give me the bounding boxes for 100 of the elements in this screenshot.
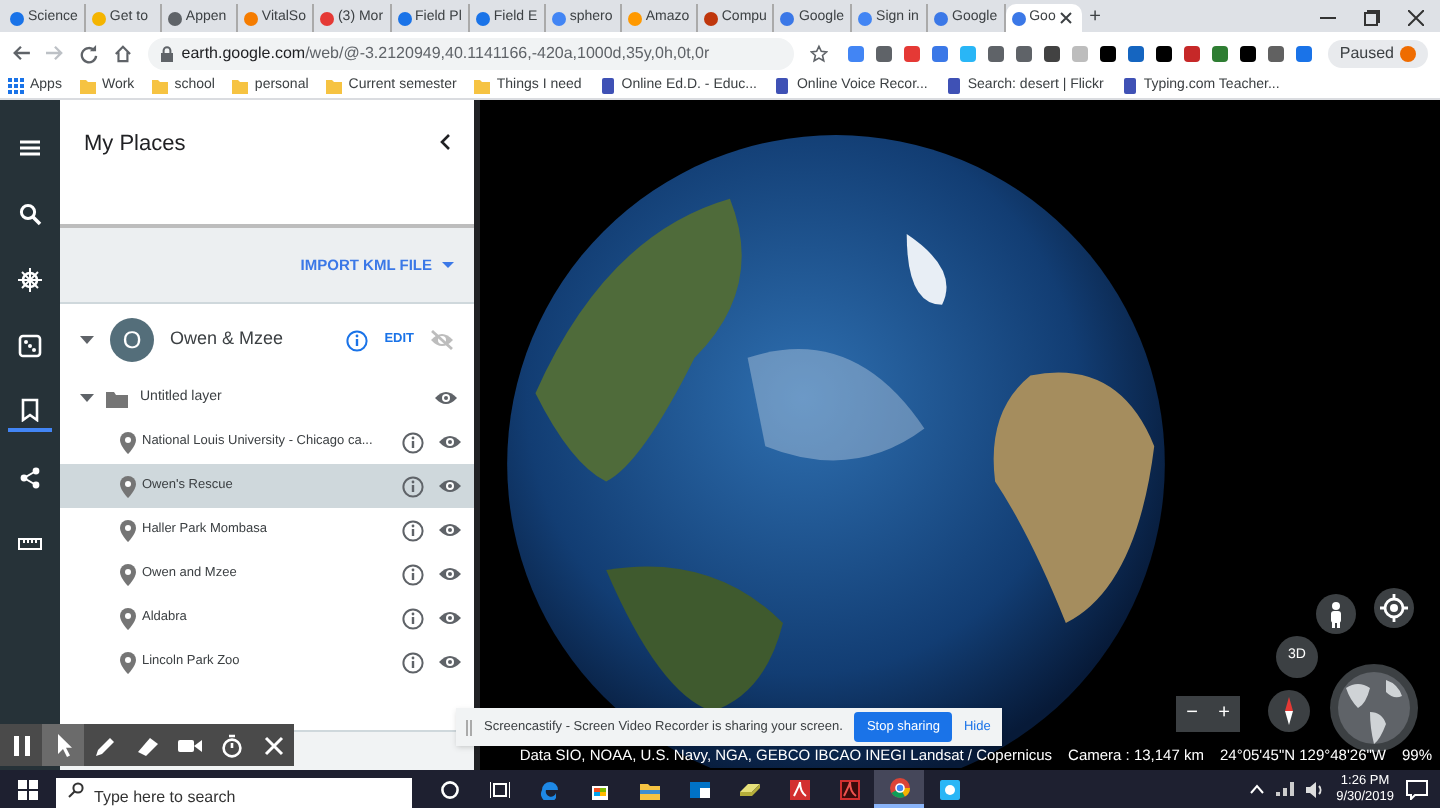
favicon-icon [91, 11, 106, 25]
reload-icon[interactable] [79, 43, 98, 63]
info-icon[interactable] [346, 329, 369, 351]
eye-icon[interactable] [438, 652, 462, 672]
pen-icon [93, 733, 117, 757]
chrome-icon [889, 777, 909, 797]
info-icon[interactable] [402, 431, 424, 453]
map-pin-icon [120, 475, 136, 497]
notification-icon[interactable] [1406, 779, 1428, 799]
address-bar[interactable]: earth.google.com/web/@-3.2120949,40.1141166,-420a,1000d,35y,0h,0t,0r [147, 37, 794, 69]
favicon-icon [1011, 11, 1026, 25]
folder-icon [326, 78, 343, 94]
favicon-icon [397, 11, 412, 25]
dropdown-caret-icon [442, 262, 454, 268]
pdf-icon [839, 779, 859, 799]
mail-icon [689, 779, 709, 799]
favicon-icon [627, 11, 642, 25]
favicon-icon [599, 78, 616, 94]
expand-caret-icon[interactable] [80, 334, 94, 346]
project-avatar: O [110, 318, 154, 362]
zoom-out-button[interactable]: − [1176, 696, 1208, 732]
favicon-icon [934, 11, 949, 25]
task-view-icon [489, 779, 509, 799]
favicon-icon [10, 11, 24, 25]
url-text: earth.google.com/web/@-3.2120949,40.1141166,-420a,1000d,35y,0h,0t,0r [181, 41, 710, 65]
compass-icon[interactable] [1268, 690, 1310, 732]
folder-icon [106, 389, 128, 407]
recorder-tool-button[interactable] [42, 724, 84, 766]
map-pin-icon [120, 431, 136, 453]
my-location-icon[interactable] [1374, 588, 1414, 628]
eye-icon[interactable] [438, 520, 462, 540]
dice-icon [18, 334, 42, 358]
apps-grid-icon [8, 78, 24, 94]
pdf-icon [789, 779, 809, 799]
speaker-icon[interactable] [1306, 781, 1325, 797]
new-tab-button[interactable]: + [1089, 4, 1101, 32]
info-icon[interactable] [402, 475, 424, 497]
timer-icon [219, 733, 243, 757]
favicon-icon [780, 11, 795, 25]
favicon-icon [167, 11, 182, 25]
folder-icon [639, 779, 659, 799]
folder-icon [232, 78, 249, 94]
mini-globe-icon[interactable] [1330, 664, 1418, 752]
ship-wheel-icon [18, 268, 42, 292]
favicon-icon [774, 78, 791, 94]
drag-handle-icon[interactable] [466, 719, 472, 735]
info-icon[interactable] [402, 651, 424, 673]
info-icon[interactable] [402, 607, 424, 629]
close-icon[interactable] [1408, 10, 1424, 26]
favicon-icon [243, 11, 258, 25]
folder-icon [152, 78, 169, 94]
favicon-icon [858, 11, 873, 25]
app-icon [939, 779, 959, 799]
eraser-icon [135, 733, 159, 757]
star-icon[interactable] [809, 43, 828, 63]
browser-e-icon [539, 779, 559, 799]
eraser-icon [739, 779, 759, 799]
map-pin-icon [120, 563, 136, 585]
search-icon [18, 202, 42, 226]
info-icon[interactable] [402, 519, 424, 541]
tray-chevron-icon[interactable] [1250, 784, 1265, 794]
map-pin-icon [120, 607, 136, 629]
pegman-icon[interactable] [1316, 594, 1356, 634]
favicon-icon [551, 11, 566, 25]
favicon-icon [319, 11, 334, 25]
favicon-icon [945, 78, 962, 94]
favicon-icon [1121, 78, 1138, 94]
taskbar-search-field[interactable]: Type here to search [56, 778, 412, 808]
eye-icon[interactable] [438, 476, 462, 496]
eye-icon[interactable] [438, 432, 462, 452]
cortana-icon [439, 779, 459, 799]
menu-icon [18, 136, 42, 160]
search-icon [68, 781, 84, 797]
expand-caret-icon[interactable] [80, 392, 94, 404]
back-icon[interactable] [12, 44, 30, 62]
lock-icon [159, 45, 174, 61]
share-icon [18, 466, 42, 490]
home-icon[interactable] [113, 43, 132, 63]
info-icon[interactable] [402, 563, 424, 585]
project-name[interactable]: Owen & Mzee [170, 326, 331, 354]
panel-title: My Places [84, 130, 186, 160]
collapse-chevron-icon[interactable] [440, 134, 450, 150]
folder-icon [474, 78, 491, 94]
restore-icon[interactable] [1364, 10, 1380, 26]
map-pin-icon [120, 519, 136, 541]
pause-icon [9, 733, 33, 757]
close-icon [261, 733, 285, 757]
folder-icon [79, 78, 96, 94]
favicon-icon [475, 11, 490, 25]
avatar-icon [1400, 45, 1416, 61]
network-icon[interactable] [1276, 782, 1295, 796]
close-tab-icon[interactable] [1059, 12, 1072, 24]
profile-button[interactable]: Paused [1327, 39, 1428, 67]
eye-icon[interactable] [438, 564, 462, 584]
windows-start-icon[interactable] [18, 779, 38, 799]
eye-icon[interactable] [434, 388, 458, 408]
eye-icon[interactable] [438, 608, 462, 628]
favicon-icon [703, 11, 718, 25]
ruler-icon [18, 532, 42, 556]
zoom-in-button[interactable]: + [1208, 696, 1240, 732]
